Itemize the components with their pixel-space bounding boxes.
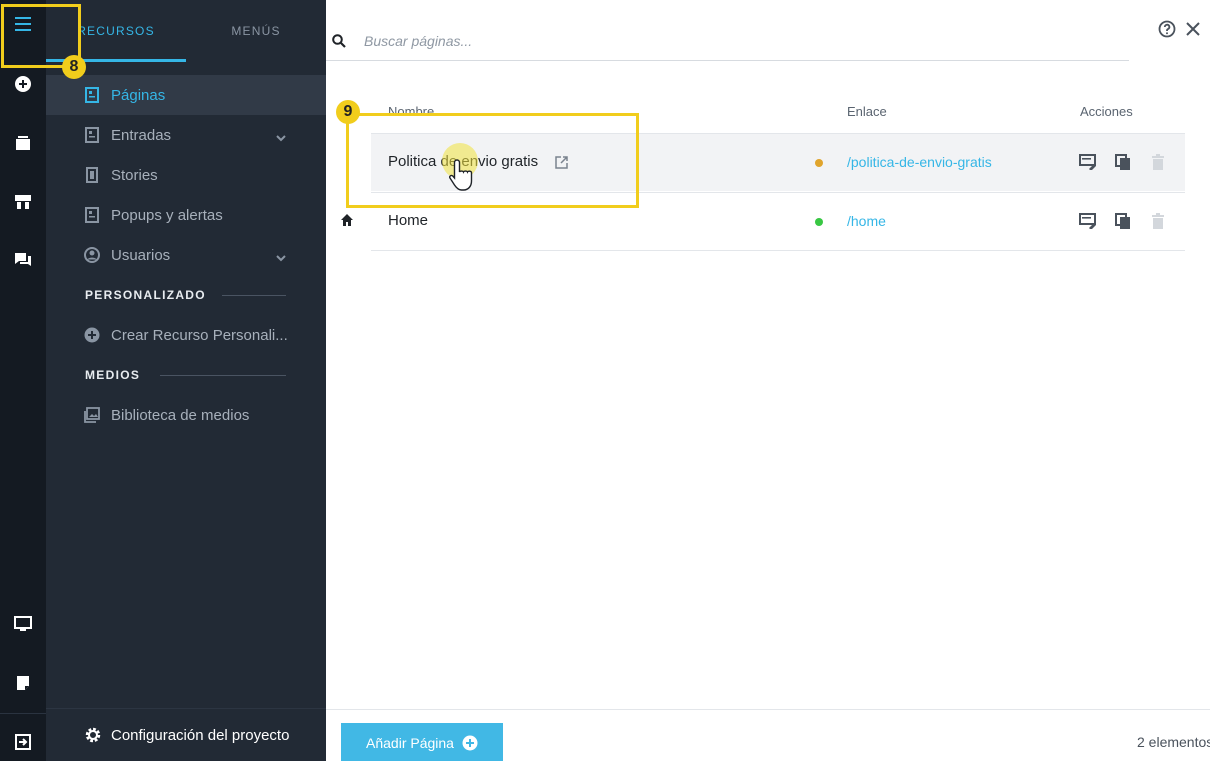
- document-icon[interactable]: [0, 665, 46, 701]
- status-dot: [815, 159, 823, 167]
- edit-page-icon[interactable]: [1079, 154, 1097, 175]
- sidebar-item-stories[interactable]: Stories: [46, 155, 326, 195]
- tab-menus[interactable]: MENÚS: [186, 0, 326, 62]
- media-library-icon: [84, 407, 100, 423]
- sidebar-item-entradas[interactable]: Entradas: [46, 115, 326, 155]
- delete-icon[interactable]: [1151, 213, 1165, 234]
- rail-divider: [0, 713, 46, 714]
- project-settings-label: Configuración del proyecto: [111, 727, 289, 744]
- ecommerce-icon[interactable]: [0, 184, 46, 220]
- add-page-label: Añadir Página: [366, 735, 454, 751]
- page-link[interactable]: /politica-de-envio-gratis: [847, 154, 992, 170]
- monitor-icon[interactable]: [0, 606, 46, 642]
- sidebar-item-label: Biblioteca de medios: [111, 407, 249, 424]
- search-icon: [332, 34, 346, 53]
- chat-icon[interactable]: [0, 242, 46, 278]
- edit-page-icon[interactable]: [1079, 213, 1097, 234]
- table-bottom-border: [371, 250, 1185, 251]
- section-divider: [222, 295, 286, 296]
- close-icon[interactable]: [1184, 20, 1202, 43]
- gear-icon: [84, 726, 102, 744]
- chevron-down-icon[interactable]: [276, 129, 286, 146]
- sidebar-item-label: Páginas: [111, 87, 165, 104]
- help-icon[interactable]: [1158, 20, 1176, 43]
- panel-tabs: RECURSOS MENÚS: [46, 0, 326, 62]
- sidebar-item-label: Popups y alertas: [111, 207, 223, 224]
- sidebar-item-biblioteca[interactable]: Biblioteca de medios: [46, 395, 326, 435]
- add-page-button[interactable]: Añadir Página: [341, 723, 503, 761]
- user-icon: [84, 247, 100, 263]
- resources-panel: RECURSOS MENÚS Páginas Entradas Stories …: [46, 0, 326, 761]
- sidebar-item-usuarios[interactable]: Usuarios: [46, 235, 326, 275]
- step-badge: 8: [62, 55, 86, 79]
- add-circle-icon: [84, 327, 100, 343]
- home-icon: [340, 213, 354, 232]
- bottom-bar: Añadir Página 2 elementos: [326, 709, 1210, 761]
- logout-icon[interactable]: [0, 724, 46, 760]
- sidebar-item-paginas[interactable]: Páginas: [46, 75, 326, 115]
- duplicate-icon[interactable]: [1115, 154, 1131, 175]
- section-title-medios: MEDIOS: [85, 368, 140, 382]
- hand-cursor-icon: [449, 158, 477, 197]
- column-header-link: Enlace: [847, 104, 887, 119]
- duplicate-icon[interactable]: [1115, 213, 1131, 234]
- status-dot: [815, 218, 823, 226]
- sidebar-item-popups[interactable]: Popups y alertas: [46, 195, 326, 235]
- popup-icon: [84, 207, 100, 223]
- sidebar-item-label: Stories: [111, 167, 158, 184]
- item-count: 2 elementos: [1137, 734, 1210, 750]
- search-bar: [326, 20, 1129, 61]
- step-badge: 9: [336, 100, 360, 124]
- icon-rail: [0, 0, 46, 761]
- add-circle-icon[interactable]: [0, 66, 46, 102]
- delete-icon[interactable]: [1151, 154, 1165, 175]
- sidebar-item-label: Entradas: [111, 127, 171, 144]
- tutorial-highlight-box: [346, 113, 639, 208]
- page-name[interactable]: Home: [388, 212, 428, 229]
- page-link[interactable]: /home: [847, 213, 886, 229]
- project-settings-button[interactable]: Configuración del proyecto: [46, 708, 326, 761]
- sidebar-item-label: Crear Recurso Personali...: [111, 327, 288, 344]
- chevron-down-icon[interactable]: [276, 249, 286, 266]
- entries-icon: [84, 127, 100, 143]
- sidebar-item-crear-recurso[interactable]: Crear Recurso Personali...: [46, 315, 326, 355]
- folder-icon[interactable]: [0, 125, 46, 161]
- page-icon: [84, 87, 100, 103]
- section-divider: [160, 375, 286, 376]
- section-title-personalizado: PERSONALIZADO: [85, 288, 206, 302]
- stories-icon: [84, 167, 100, 183]
- search-input[interactable]: [364, 30, 1064, 52]
- add-circle-icon: [462, 735, 478, 751]
- sidebar-item-label: Usuarios: [111, 247, 170, 264]
- column-header-actions: Acciones: [1080, 104, 1133, 119]
